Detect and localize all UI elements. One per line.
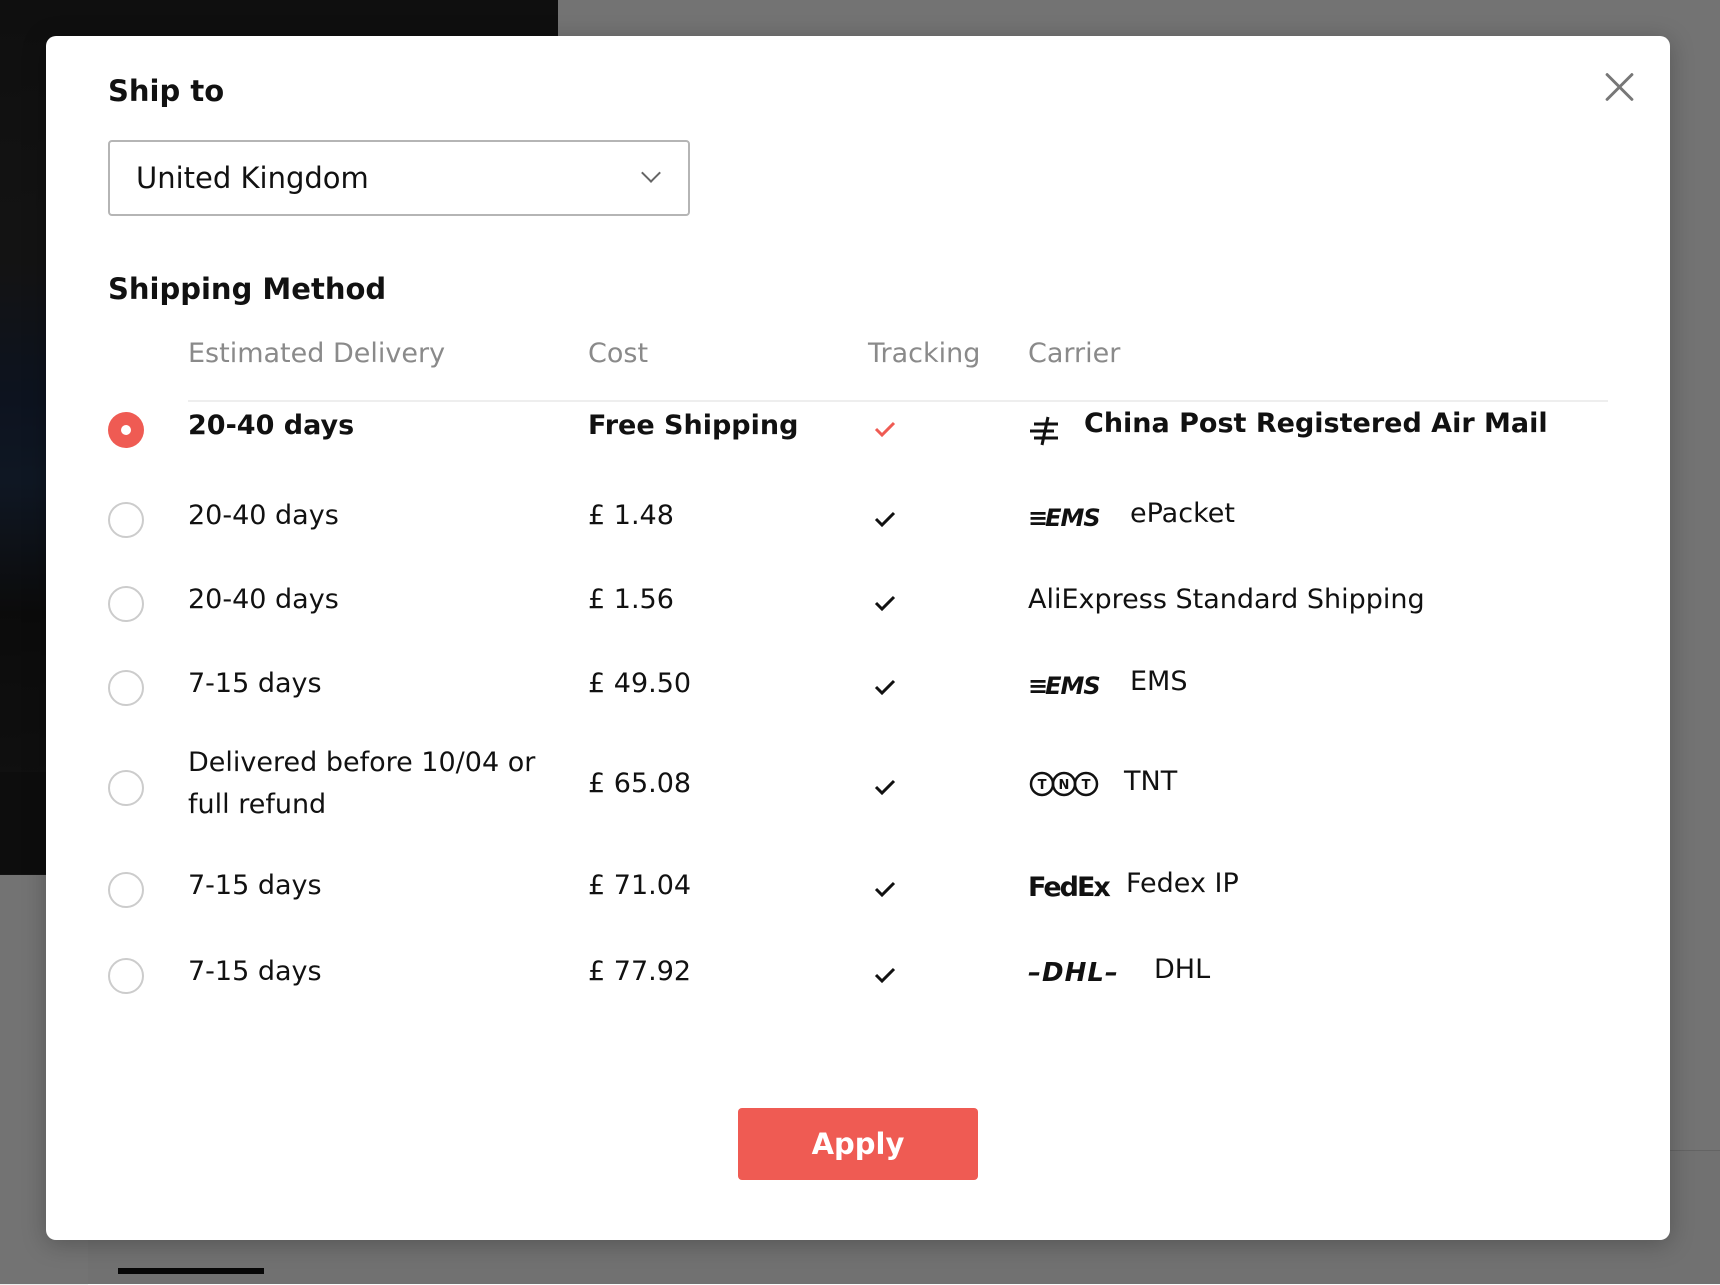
delivery-time: Delivered before 10/04 or full refund — [188, 747, 536, 820]
radio-unselected[interactable] — [108, 958, 144, 994]
apply-button[interactable]: Apply — [738, 1108, 978, 1180]
column-header-tracking: Tracking — [868, 338, 981, 369]
column-header-cost: Cost — [588, 338, 649, 369]
svg-text:T: T — [1038, 778, 1047, 793]
shipping-cost: £ 65.08 — [588, 768, 692, 799]
shipping-cost: £ 71.04 — [588, 870, 692, 901]
shipping-option-row[interactable]: 7-15 days £ 71.04 FedEx Fedex IP — [46, 848, 1670, 932]
delivery-time: 7-15 days — [188, 870, 322, 901]
ship-to-label: Ship to — [108, 74, 225, 108]
shipping-method-label: Shipping Method — [108, 272, 387, 306]
shipping-cost: £ 1.48 — [588, 500, 674, 531]
radio-unselected[interactable] — [108, 502, 144, 538]
delivery-time: 20-40 days — [188, 410, 355, 441]
checkmark-icon — [874, 595, 896, 612]
shipping-option-row[interactable]: Delivered before 10/04 or full refund £ … — [46, 730, 1670, 846]
chevron-down-icon — [641, 163, 661, 183]
shipping-option-row[interactable]: 20-40 days Free Shipping China Post Regi… — [46, 388, 1670, 472]
shipping-option-row[interactable]: 20-40 days £ 1.48 ≡EMS ePacket — [46, 476, 1670, 560]
shipping-modal: Ship to United Kingdom Shipping Method E… — [46, 36, 1670, 1240]
shipping-option-row[interactable]: 7-15 days £ 49.50 ≡EMS EMS — [46, 644, 1670, 728]
checkmark-icon — [874, 421, 896, 438]
checkmark-icon — [874, 967, 896, 984]
delivery-time: 7-15 days — [188, 956, 322, 987]
shipping-cost: £ 49.50 — [588, 668, 692, 699]
carrier-name: ePacket — [1130, 498, 1235, 529]
checkmark-icon — [874, 511, 896, 528]
carrier-name: China Post Registered Air Mail — [1084, 408, 1548, 439]
radio-unselected[interactable] — [108, 586, 144, 622]
carrier-name: AliExpress Standard Shipping — [1028, 584, 1425, 615]
country-select[interactable]: United Kingdom — [108, 140, 690, 216]
carrier-name: DHL — [1154, 954, 1211, 985]
column-header-delivery: Estimated Delivery — [188, 338, 446, 369]
column-header-carrier: Carrier — [1028, 338, 1121, 369]
tnt-logo-icon: T N T — [1029, 771, 1099, 797]
delivery-time: 20-40 days — [188, 500, 339, 531]
shipping-option-row[interactable]: 7-15 days £ 77.92 –DHL– DHL — [46, 932, 1670, 1016]
carrier-name: Fedex IP — [1126, 868, 1239, 899]
china-post-icon — [1030, 416, 1058, 446]
carrier-name: EMS — [1130, 666, 1188, 697]
shipping-cost: £ 77.92 — [588, 956, 692, 987]
close-icon[interactable] — [1602, 70, 1636, 104]
shipping-option-row[interactable]: 20-40 days £ 1.56 AliExpress Standard Sh… — [46, 560, 1670, 644]
dhl-logo-icon: –DHL– — [1028, 958, 1119, 988]
country-value: United Kingdom — [136, 161, 369, 195]
fedex-logo-icon: FedEx — [1028, 872, 1111, 903]
svg-text:T: T — [1082, 778, 1091, 793]
checkmark-icon — [874, 779, 896, 796]
ems-logo-icon: ≡EMS — [1028, 504, 1101, 532]
delivery-time: 7-15 days — [188, 668, 322, 699]
checkmark-icon — [874, 881, 896, 898]
radio-selected[interactable] — [108, 412, 144, 448]
delivery-time: 20-40 days — [188, 584, 339, 615]
radio-unselected[interactable] — [108, 770, 144, 806]
radio-unselected[interactable] — [108, 670, 144, 706]
carrier-name: TNT — [1124, 766, 1178, 797]
svg-text:N: N — [1059, 778, 1070, 793]
radio-unselected[interactable] — [108, 872, 144, 908]
ems-logo-icon: ≡EMS — [1028, 672, 1101, 700]
shipping-cost: £ 1.56 — [588, 584, 674, 615]
shipping-cost: Free Shipping — [588, 410, 799, 441]
checkmark-icon — [874, 679, 896, 696]
